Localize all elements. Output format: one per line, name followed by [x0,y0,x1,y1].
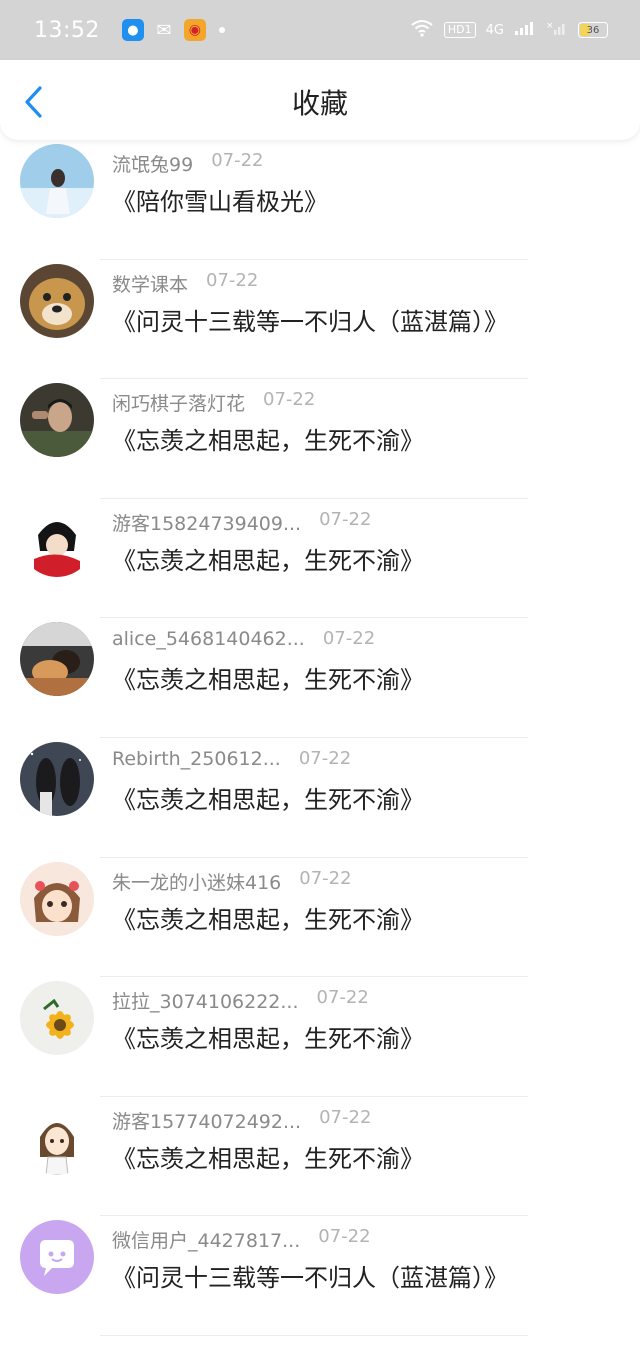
item-meta: 数学课本 07-22 [112,270,258,297]
date: 07-22 [322,628,376,650]
list-item[interactable]: 数学课本 07-22 《问灵十三载等一不归人（蓝湛篇）》 [0,260,640,380]
date: 07-22 [211,150,264,171]
avatar[interactable] [20,502,94,577]
status-right: HD1 4G × 36 [410,19,608,41]
item-meta: alice_5468140462... 07-22 [112,628,375,650]
page-title: 收藏 [291,87,348,120]
date: 07-22 [299,867,352,889]
date: 07-22 [316,987,369,1009]
favorites-list: 流氓兔99 07-22 《陪你雪山看极光》 数学课本 07-22 《问灵十三载等… [0,140,640,1336]
wifi-icon [410,19,434,41]
item-meta: 流氓兔99 07-22 [112,150,264,177]
svg-text:×: × [546,21,554,31]
avatar[interactable] [20,861,94,936]
username[interactable]: 微信用户_4427817... [112,1226,300,1253]
date: 07-22 [319,508,372,530]
username[interactable]: Rebirth_250612... [112,748,281,770]
list-item[interactable]: Rebirth_250612... 07-22 《忘羡之相思起，生死不渝》 [0,738,640,858]
header: 收藏 [0,60,640,140]
item-meta: 游客15824739409... 07-22 [112,509,371,536]
story-title[interactable]: 《忘羡之相思起，生死不渝》 [112,1019,424,1054]
username[interactable]: 朱一龙的小迷妹416 [112,868,281,895]
item-meta: 游客15774072492... 07-22 [112,1107,371,1134]
signal-icon [514,20,536,40]
story-title[interactable]: 《忘羡之相思起，生死不渝》 [112,421,424,456]
list-item[interactable]: alice_5468140462... 07-22 《忘羡之相思起，生死不渝》 [0,618,640,738]
date: 07-22 [298,747,352,769]
divider [100,1334,528,1336]
item-meta: Rebirth_250612... 07-22 [112,748,351,770]
avatar[interactable] [20,1100,94,1175]
story-title[interactable]: 《忘羡之相思起，生死不渝》 [112,1139,424,1174]
avatar[interactable] [20,741,94,816]
weibo-icon: ◉ [183,19,206,41]
username[interactable]: 游客15774072492... [112,1107,301,1134]
username[interactable]: 游客15824739409... [112,509,301,536]
item-meta: 闲巧棋子落灯花 07-22 [112,389,315,416]
avatar[interactable] [20,263,94,338]
battery-icon: 36 [578,22,608,38]
story-title[interactable]: 《忘羡之相思起，生死不渝》 [112,780,424,815]
status-time: 13:52 [34,17,100,43]
avatar[interactable] [20,622,94,697]
qq-icon: ● [121,19,144,41]
story-title[interactable]: 《问灵十三载等一不归人（蓝湛篇）》 [112,302,508,337]
battery-level: 36 [586,24,600,36]
story-title[interactable]: 《陪你雪山看极光》 [112,182,328,217]
status-bar: 13:52 ● ✉ ◉ HD1 4G × 36 [0,0,640,60]
item-meta: 微信用户_4427817... 07-22 [112,1226,371,1253]
story-title[interactable]: 《忘羡之相思起，生死不渝》 [112,541,424,576]
username[interactable]: 闲巧棋子落灯花 [112,389,245,416]
list-item[interactable]: 流氓兔99 07-22 《陪你雪山看极光》 [0,140,640,260]
list-item[interactable]: 微信用户_4427817... 07-22 《问灵十三载等一不归人（蓝湛篇）》 [0,1216,640,1336]
date: 07-22 [206,269,259,291]
avatar[interactable] [20,1220,94,1295]
item-meta: 拉拉_3074106222... 07-22 [112,987,369,1014]
avatar[interactable] [20,383,94,458]
hd-badge: HD1 [443,22,476,38]
notification-dot-icon [218,27,225,33]
list-item[interactable]: 拉拉_3074106222... 07-22 《忘羡之相思起，生死不渝》 [0,977,640,1097]
username[interactable]: alice_5468140462... [112,628,305,650]
story-title[interactable]: 《忘羡之相思起，生死不渝》 [112,660,424,695]
list-item[interactable]: 游客15824739409... 07-22 《忘羡之相思起，生死不渝》 [0,499,640,619]
avatar[interactable] [20,981,94,1056]
story-title[interactable]: 《问灵十三载等一不归人（蓝湛篇）》 [112,1258,508,1293]
signal-x-icon: × [546,20,568,40]
avatar[interactable] [20,144,94,218]
list-item[interactable]: 朱一龙的小迷妹416 07-22 《忘羡之相思起，生死不渝》 [0,858,640,978]
username[interactable]: 数学课本 [112,270,188,297]
signal-4g: 4G [485,22,504,38]
list-item[interactable]: 闲巧棋子落灯花 07-22 《忘羡之相思起，生死不渝》 [0,379,640,499]
date: 07-22 [263,389,316,411]
story-title[interactable]: 《忘羡之相思起，生死不渝》 [112,900,424,935]
list-item[interactable]: 游客15774072492... 07-22 《忘羡之相思起，生死不渝》 [0,1097,640,1217]
wechat-icon: ✉ [156,19,172,41]
username[interactable]: 流氓兔99 [112,150,193,177]
date: 07-22 [319,1106,372,1128]
username[interactable]: 拉拉_3074106222... [112,987,299,1014]
date: 07-22 [318,1226,371,1248]
item-meta: 朱一龙的小迷妹416 07-22 [112,868,352,895]
